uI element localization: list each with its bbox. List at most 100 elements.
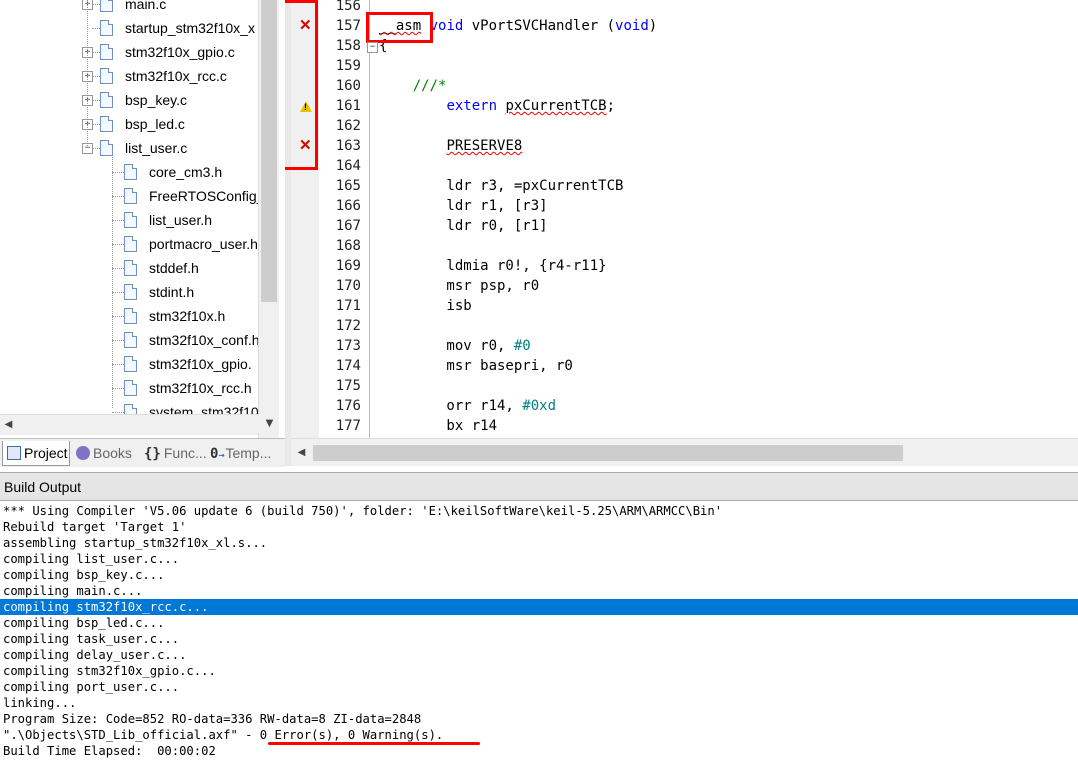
line-number: 159 <box>335 58 361 74</box>
tab-functions[interactable]: {} Func... <box>140 441 207 465</box>
line-number: 163 <box>335 138 361 154</box>
tree-horizontal-scrollbar[interactable]: ◀ <box>0 414 258 435</box>
tree-item[interactable]: stm32f10x_conf.h <box>149 328 260 352</box>
code-line[interactable]: orr r14, #0xd <box>379 396 556 416</box>
build-output-line[interactable]: compiling list_user.c... <box>3 551 179 567</box>
tree-item[interactable]: stdint.h <box>149 280 194 304</box>
code-line[interactable]: msr basepri, r0 <box>379 356 572 376</box>
tab-templates[interactable]: 0→Temp... <box>207 441 283 465</box>
tree-connector <box>92 76 100 77</box>
tree-connector <box>92 52 100 53</box>
build-output-line[interactable]: compiling task_user.c... <box>3 631 179 647</box>
code-line[interactable]: ldr r3, =pxCurrentTCB <box>379 176 623 196</box>
build-output-line[interactable]: compiling bsp_key.c... <box>3 567 164 583</box>
build-output-line[interactable]: Rebuild target 'Target 1' <box>3 519 186 535</box>
annotation-box-markers <box>285 0 318 170</box>
tree-item[interactable]: stddef.h <box>149 256 199 280</box>
tree-connector <box>112 172 124 173</box>
tree-item[interactable]: FreeRTOSConfig_ <box>149 184 264 208</box>
code-line[interactable]: ldmia r0!, {r4-r11} <box>379 256 606 276</box>
tree-item[interactable]: portmacro_user.h <box>149 232 258 256</box>
build-output-line[interactable]: *** Using Compiler 'V5.06 update 6 (buil… <box>3 503 722 519</box>
code-line[interactable]: mov r0, #0 <box>379 336 530 356</box>
line-number: 158 <box>335 38 361 54</box>
file-icon <box>124 332 137 348</box>
code-line[interactable]: ldr r1, [r3] <box>379 196 547 216</box>
tree-item[interactable]: bsp_key.c <box>125 88 187 112</box>
tab-functions-label: Func... <box>163 445 207 461</box>
code-line[interactable]: extern pxCurrentTCB; <box>379 96 615 116</box>
build-output-line[interactable]: linking... <box>3 695 76 711</box>
tree-item[interactable]: stm32f10x_rcc.h <box>149 376 252 400</box>
build-output-line[interactable]: compiling delay_user.c... <box>3 647 186 663</box>
build-output-line[interactable]: compiling stm32f10x_rcc.c... <box>0 599 1078 615</box>
tree-item[interactable]: core_cm3.h <box>149 160 222 184</box>
build-output-line[interactable]: compiling bsp_led.c... <box>3 615 164 631</box>
code-line[interactable]: ///* <box>379 76 447 96</box>
annotation-box-asm <box>366 12 433 43</box>
build-output-line[interactable]: assembling startup_stm32f10x_xl.s... <box>3 535 267 551</box>
line-number-gutter: 156 157 158 159 160 161 162 163 164 165 166 167 168 1… <box>319 0 370 438</box>
line-number: 165 <box>335 178 361 194</box>
editor-horizontal-scrollbar[interactable]: ◀ <box>291 438 1078 466</box>
scroll-down-icon[interactable]: ▼ <box>261 415 278 433</box>
tree-connector <box>87 0 88 146</box>
functions-icon: {} <box>144 446 161 462</box>
tab-project[interactable]: Project <box>2 441 70 466</box>
file-icon <box>100 92 113 108</box>
tree-item[interactable]: list_user.c <box>125 136 187 160</box>
tree-item[interactable]: stm32f10x.h <box>149 304 225 328</box>
code-line[interactable]: ldr r0, [r1] <box>379 216 547 236</box>
build-output-line[interactable]: Program Size: Code=852 RO-data=336 RW-da… <box>3 711 421 727</box>
tree-item[interactable]: stm32f10x_gpio.c <box>125 40 235 64</box>
tree-vertical-scrollbar[interactable] <box>258 0 279 438</box>
editor-scroll-left-icon[interactable]: ◀ <box>293 444 310 462</box>
file-icon <box>124 164 137 180</box>
line-number: 175 <box>335 378 361 394</box>
tab-books[interactable]: Books <box>72 441 136 465</box>
scroll-left-icon[interactable]: ◀ <box>0 416 17 434</box>
code-editor[interactable]: ✕✕ 1561571581591601611621631641651661671… <box>285 0 1078 466</box>
tree-item[interactable]: startup_stm32f10x_x <box>125 16 255 40</box>
tree-connector <box>112 292 124 293</box>
code-line[interactable]: msr psp, r0 <box>379 276 539 296</box>
build-output-line[interactable]: Build Time Elapsed: 00:00:02 <box>3 743 216 759</box>
tree-connector <box>112 150 113 408</box>
tree-connector <box>92 100 100 101</box>
tree-connector <box>112 220 124 221</box>
line-number: 156 <box>335 0 361 14</box>
tree-item[interactable]: bsp_led.c <box>125 112 185 136</box>
line-number: 167 <box>335 218 361 234</box>
tree-vertical-scroll-thumb[interactable] <box>261 0 277 302</box>
file-icon <box>124 260 137 276</box>
code-line[interactable]: bx r14 <box>379 416 497 436</box>
file-icon <box>100 20 113 36</box>
build-output-pane[interactable]: *** Using Compiler 'V5.06 update 6 (buil… <box>0 500 1078 767</box>
tree-connector <box>112 412 124 413</box>
editor-horizontal-scroll-thumb[interactable] <box>313 445 903 461</box>
code-line[interactable]: PRESERVE8 <box>379 136 522 156</box>
tree-connector <box>92 148 100 149</box>
build-output-line[interactable]: ".\Objects\STD_Lib_official.axf" - 0 Err… <box>3 727 443 743</box>
tab-project-label: Project <box>24 445 68 461</box>
tree-connector <box>112 340 124 341</box>
build-output-title: Build Output <box>0 472 1078 500</box>
file-icon <box>124 356 137 372</box>
line-number: 164 <box>335 158 361 174</box>
file-icon <box>100 68 113 84</box>
file-icon <box>124 284 137 300</box>
tree-item[interactable]: main.c <box>125 0 166 16</box>
build-output-line[interactable]: compiling main.c... <box>3 583 142 599</box>
build-output-line[interactable]: compiling port_user.c... <box>3 679 179 695</box>
file-icon <box>100 44 113 60</box>
tree-item[interactable]: list_user.h <box>149 208 212 232</box>
code-line[interactable]: isb <box>379 296 471 316</box>
fold-icon[interactable]: − <box>367 42 378 53</box>
tree-connector <box>112 388 124 389</box>
tree-item[interactable]: stm32f10x_gpio. <box>149 352 252 376</box>
line-number: 170 <box>335 278 361 294</box>
tree-item[interactable]: stm32f10x_rcc.c <box>125 64 227 88</box>
build-output-line[interactable]: compiling stm32f10x_gpio.c... <box>3 663 216 679</box>
line-number: 171 <box>335 298 361 314</box>
project-tree[interactable]: + main.c startup_stm32f10x_x + stm32f10x_gpi… <box>0 0 285 438</box>
